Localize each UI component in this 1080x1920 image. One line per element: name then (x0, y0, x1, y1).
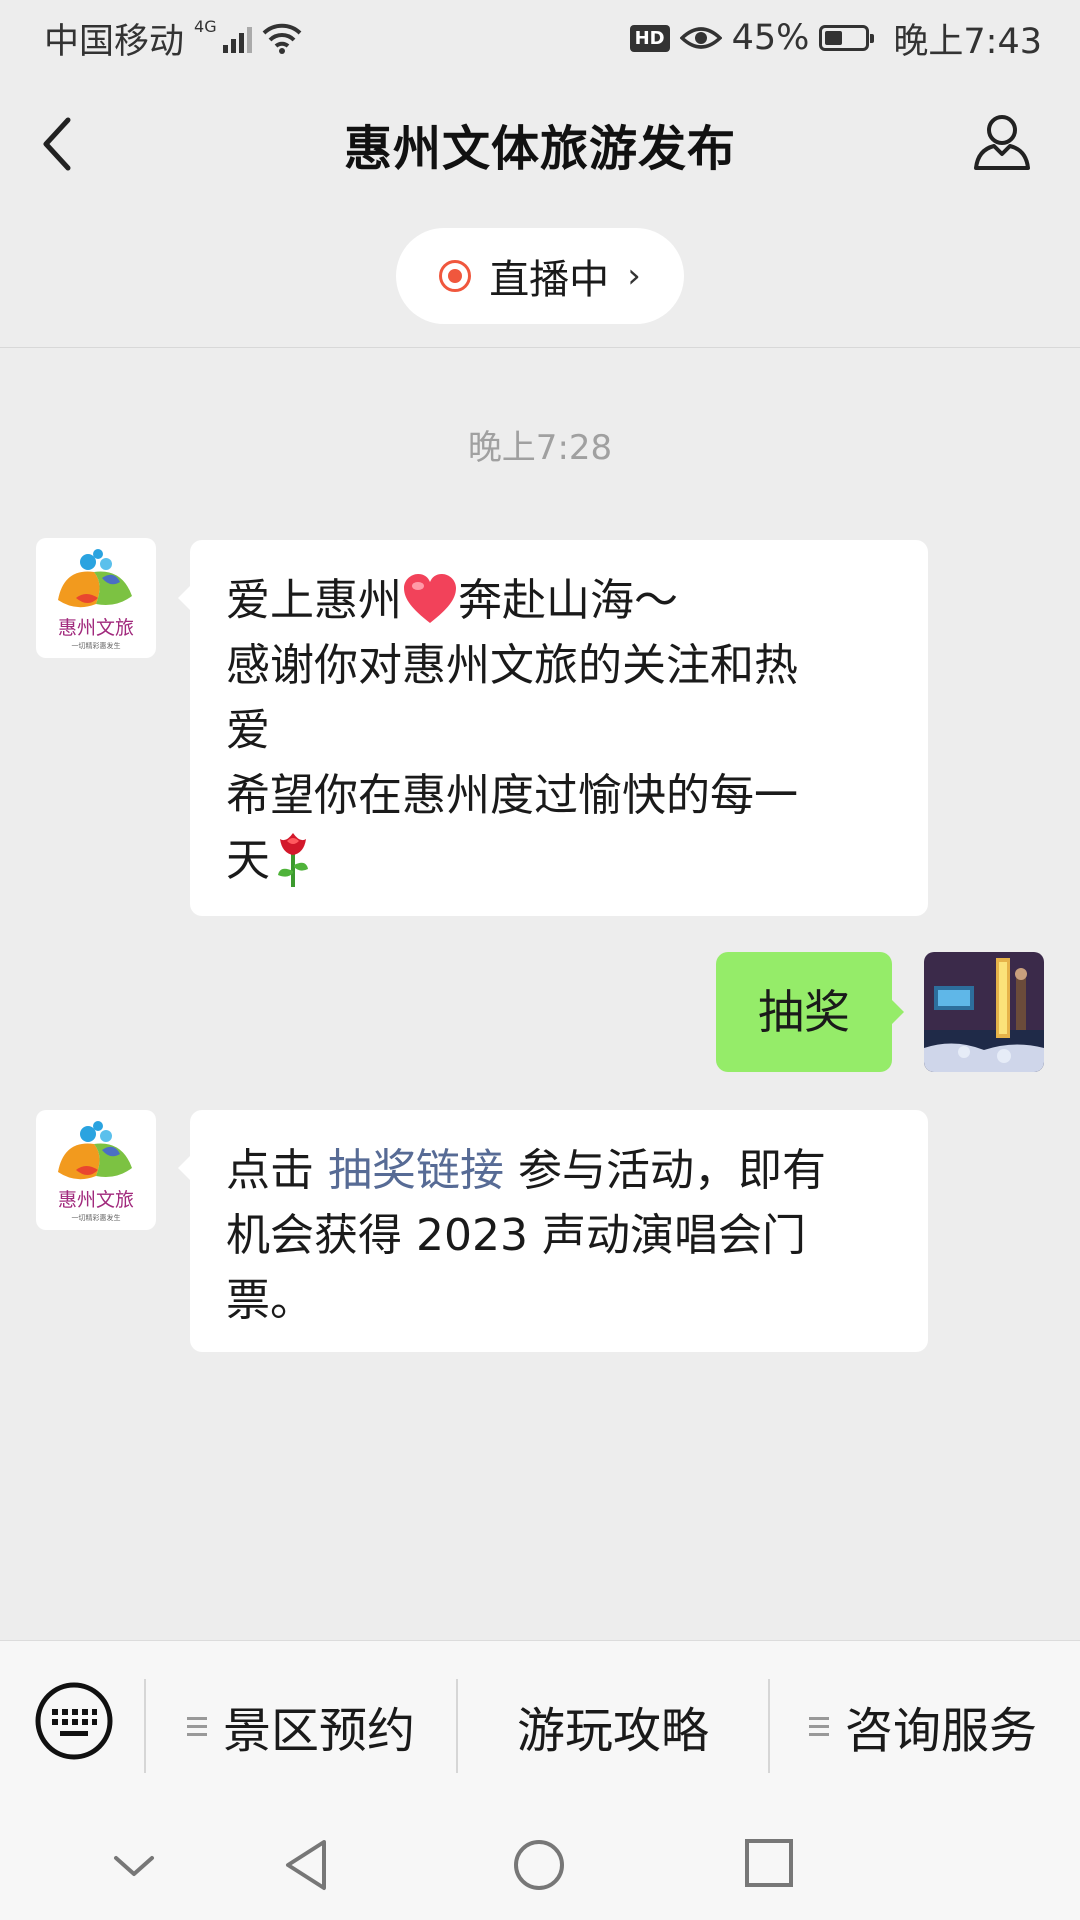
rose-emoji-icon (278, 833, 308, 887)
chevron-right-icon: › (627, 256, 641, 296)
message-text: 抽奖 (758, 984, 850, 1039)
official-avatar[interactable]: 惠州文旅 一切精彩惠发生 (36, 538, 156, 658)
back-triangle-icon[interactable] (282, 1838, 332, 1892)
keyboard-icon[interactable] (34, 1681, 114, 1761)
status-time: 晚上7:43 (893, 21, 1042, 62)
message-line: 票。 (226, 1275, 314, 1326)
submenu-icon (808, 1716, 829, 1736)
menu-travel-guide[interactable]: 游玩攻略 (458, 1681, 768, 1771)
back-chevron-icon[interactable] (38, 114, 78, 174)
status-right: HD 45% 晚上7:43 (629, 13, 1042, 64)
huizhou-logo-icon: 惠州文旅 一切精彩惠发生 (58, 549, 134, 650)
network-type: 4G (194, 16, 217, 36)
system-navigation-bar (0, 1810, 1080, 1920)
menu-label: 景区预约 (222, 1703, 415, 1759)
message-bubble-official[interactable]: 爱上惠州 奔赴山海～ 感谢你对惠州文旅的关注和热 爱 希望你在惠州度过愉快的每一 … (178, 540, 928, 916)
chat-header: 惠州文体旅游发布 (0, 92, 1080, 196)
battery-icon (819, 25, 875, 51)
my-avatar[interactable] (924, 952, 1044, 1072)
message-line: 希望你在惠州度过愉快的每一 (226, 770, 798, 821)
status-bar: 中国移动 4G HD 45% 晚上7:43 (0, 0, 1080, 76)
message-line: 天 (226, 828, 892, 893)
message-line: 爱 (226, 705, 270, 756)
svg-text:一切精彩惠发生: 一切精彩惠发生 (72, 1213, 121, 1222)
status-left: 中国移动 4G (44, 13, 302, 64)
official-account-menu: 景区预约 游玩攻略 咨询服务 (0, 1640, 1080, 1811)
svg-text:一切精彩惠发生: 一切精彩惠发生 (72, 641, 121, 650)
heart-emoji-icon (404, 574, 456, 623)
wifi-icon (262, 23, 301, 54)
message-line: 爱上惠州 奔赴山海～ (226, 574, 678, 626)
message-line: 机会获得 2023 声动演唱会门 (226, 1210, 806, 1261)
live-streaming-button[interactable]: 直播中 › (396, 228, 684, 324)
eye-icon (679, 27, 722, 49)
down-chevron-icon[interactable] (112, 1852, 156, 1880)
recents-square-icon[interactable] (744, 1838, 794, 1888)
huizhou-logo-icon: 惠州文旅 一切精彩惠发生 (58, 1121, 134, 1222)
signal-icon (222, 23, 252, 53)
carrier-label: 中国移动 (44, 21, 185, 62)
hd-badge: HD (629, 24, 670, 52)
svg-text:惠州文旅: 惠州文旅 (58, 1189, 134, 1211)
message-bubble-self[interactable]: 抽奖 (716, 952, 904, 1072)
submenu-icon (186, 1716, 207, 1736)
message-line: 感谢你对惠州文旅的关注和热 (226, 640, 798, 691)
menu-scenic-booking[interactable]: 景区预约 (146, 1681, 456, 1771)
user-photo-icon (924, 952, 1044, 1072)
header-divider (0, 347, 1080, 348)
menu-label: 咨询服务 (844, 1703, 1037, 1759)
live-record-icon (439, 260, 472, 292)
lottery-link[interactable]: 抽奖链接 (328, 1145, 504, 1196)
page-title: 惠州文体旅游发布 (343, 121, 736, 177)
svg-text:惠州文旅: 惠州文旅 (58, 617, 134, 639)
message-line: 点击 抽奖链接 参与活动，即有 (226, 1145, 826, 1196)
menu-consult-service[interactable]: 咨询服务 (770, 1681, 1076, 1771)
chat-timestamp: 晚上7:28 (467, 428, 613, 468)
live-label: 直播中 (489, 257, 610, 303)
battery-percent: 45% (731, 18, 810, 58)
official-avatar[interactable]: 惠州文旅 一切精彩惠发生 (36, 1110, 156, 1230)
person-icon[interactable] (970, 110, 1034, 174)
message-bubble-official[interactable]: 点击 抽奖链接 参与活动，即有 机会获得 2023 声动演唱会门 票。 (178, 1110, 928, 1352)
menu-label: 游玩攻略 (516, 1703, 709, 1759)
home-circle-icon[interactable] (512, 1838, 566, 1892)
